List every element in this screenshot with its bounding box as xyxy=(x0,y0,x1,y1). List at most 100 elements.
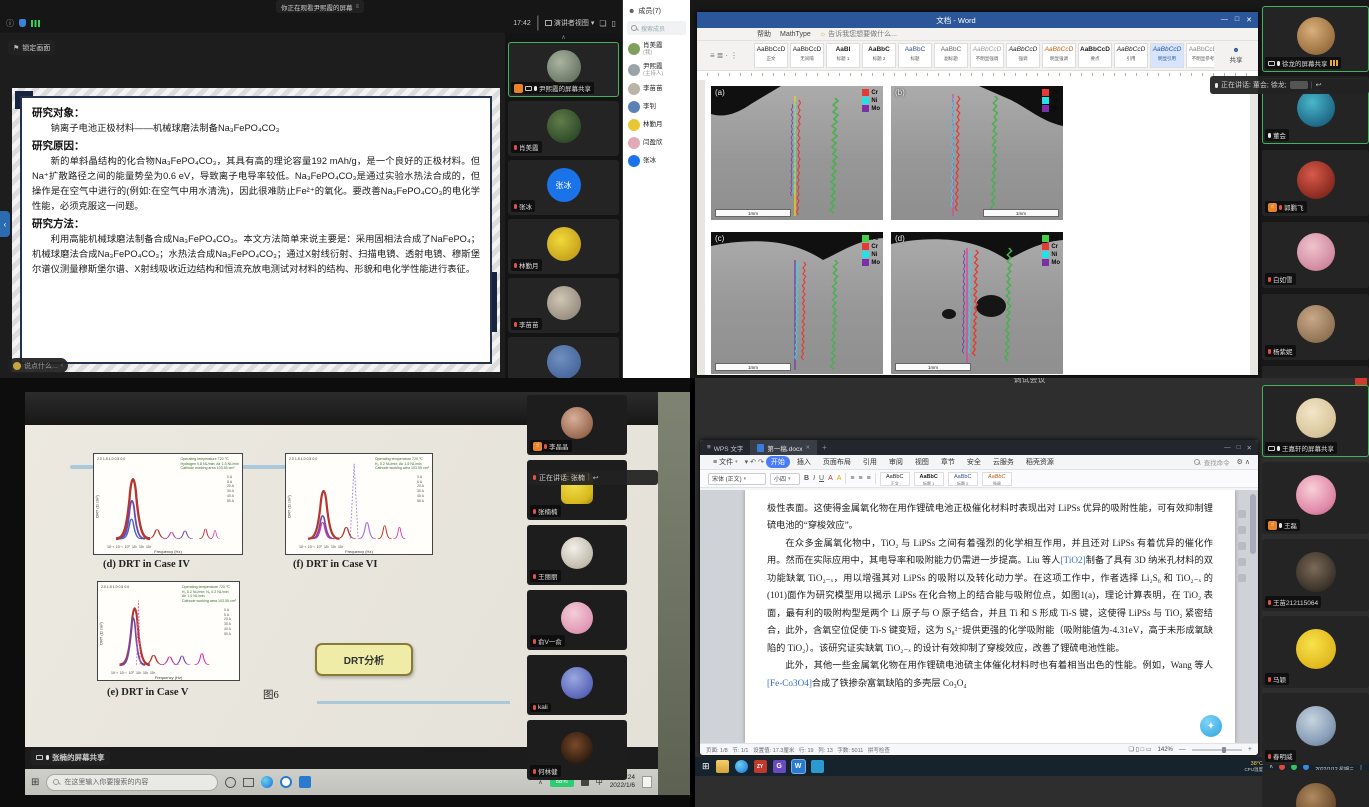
video-thumbnail-partial[interactable] xyxy=(1262,770,1369,807)
plot-legend: 0 A 5 A 20 A 30 A 40 A 50 A xyxy=(417,475,424,503)
member-search-input[interactable]: 搜索成员 xyxy=(627,21,686,35)
slide-divider-line-2 xyxy=(317,701,510,704)
video-strip: 徐龙的屏幕共享 董会 ☝郭鹏飞 白如雪 杨紫妮 xyxy=(1262,0,1369,378)
app-icon xyxy=(811,760,824,773)
info-icon[interactable]: ⓘ xyxy=(6,18,14,29)
video-thumbnail[interactable]: 王苗212115064 xyxy=(1262,539,1369,611)
font-name-select: 宋体 (正文)▾ xyxy=(708,473,766,485)
avatar xyxy=(628,119,640,131)
video-thumbnail-partial[interactable] xyxy=(1262,366,1369,378)
members-count-label: 成员(7) xyxy=(638,6,661,16)
figure-legend: Cr Ni Mo xyxy=(862,89,880,112)
save-icon: ▾ xyxy=(745,458,749,466)
ribbon-tab-layout: 页面布局 xyxy=(818,456,856,468)
video-thumbnail[interactable]: 林勤月 xyxy=(508,219,619,274)
video-thumbnail[interactable]: ☝郭鹏飞 xyxy=(1262,150,1369,216)
zoom-slider xyxy=(1192,749,1242,751)
start-button: ⊞ xyxy=(702,761,710,772)
participant-name-tag: 王嘉轩的屏幕共享 xyxy=(1265,442,1337,454)
pin-view-button[interactable]: ⚑ 锁定画面 xyxy=(8,40,55,55)
photo-background xyxy=(658,392,690,795)
sem-figure-b: (b) Cr Ni Mo 1mm xyxy=(891,86,1063,220)
mic-icon xyxy=(1215,83,1218,88)
member-row[interactable]: 尹熙霞(主持人) xyxy=(623,60,690,81)
sidebar-toggle-button[interactable]: ▯ xyxy=(612,19,616,28)
sem-figure-c: (c) Fe Cr Ni Mo 1mm xyxy=(711,232,883,374)
chat-placeholder: 说点什么... xyxy=(24,361,58,371)
style-chip: AaBbC标题 xyxy=(898,43,932,68)
video-thumbnail-screen-share[interactable]: 尹熙霞的屏幕共享 xyxy=(508,42,619,97)
reply-icon[interactable]: ↩ xyxy=(1316,81,1322,89)
member-row[interactable]: 闫盈欣 xyxy=(623,134,690,152)
maximize-button: □ xyxy=(1235,16,1239,24)
video-thumbnail[interactable]: 杨紫妮 xyxy=(1262,294,1369,360)
video-thumbnail[interactable]: ☝王磊 xyxy=(1262,462,1369,534)
slide-heading-1: 研究对象： xyxy=(32,105,480,120)
member-row[interactable]: 李钊 xyxy=(623,98,690,116)
align-left-icon: ≡ xyxy=(850,475,854,482)
participant-name-tag: 董会 xyxy=(1265,129,1289,141)
wps-doc-area: 极性表面。这使得金属氧化物在用作锂硫电池正极催化材料时表现出对 LiPSs 优异… xyxy=(700,490,1258,743)
video-thumbnail[interactable]: 肖美霞 xyxy=(508,101,619,156)
slide-paragraph-3: 利用高能机械球磨法制备合成Na₃FePO₄CO₃。本文方法简单来说主要是：采用固… xyxy=(32,232,480,277)
avatar xyxy=(1296,629,1336,669)
video-thumbnail[interactable]: ☝李晶晶 xyxy=(527,395,627,455)
underline-button: U xyxy=(819,475,824,482)
avatar xyxy=(547,227,581,261)
video-thumbnail[interactable]: 王丽丽 xyxy=(527,525,627,585)
fullscreen-button[interactable]: ❏ xyxy=(599,19,606,28)
wps-app-tab: ≡WPS 文字 xyxy=(700,440,750,455)
y-ticks: 2.0 1.5 1.0 0.5 0.0 xyxy=(97,457,125,540)
participant-name-tag: 林勤月 xyxy=(511,259,542,271)
member-row[interactable]: 李苗苗 xyxy=(623,80,690,98)
wps-menu-row: ≡文件▾ ▾ ↶ ↷ 开始 插入 页面布局 引用 审阅 视图 章节 安全 云服务… xyxy=(700,455,1258,470)
meeting-panel-bottom-left: 2.0 1.5 1.0 0.5 0.0 10⁻² 10⁻¹ 10⁰ 10¹ 10… xyxy=(0,378,690,807)
clock-app-icon xyxy=(280,776,292,788)
chat-input[interactable]: 说点什么... ‹ xyxy=(8,358,68,373)
video-thumbnail[interactable]: 何林健 xyxy=(527,720,627,780)
participant-name-tag: 何林健 xyxy=(530,765,561,777)
avatar xyxy=(561,667,593,699)
video-thumbnail[interactable]: 俞V一俞 xyxy=(527,590,627,650)
align-center-icon: ≡ xyxy=(859,475,863,482)
member-row[interactable]: 林勤月 xyxy=(623,116,690,134)
view-mode-menu[interactable]: 演讲者视图 ▾ xyxy=(545,18,595,28)
video-thumbnail[interactable]: 李苗苗 xyxy=(508,278,619,333)
video-thumbnail-partial[interactable] xyxy=(508,337,619,378)
strip-scroll-up[interactable]: ∧ xyxy=(508,34,619,42)
video-thumbnail-screen-share[interactable]: 王嘉轩的屏幕共享 xyxy=(1262,385,1369,457)
find-command-box: 查找命令 xyxy=(1194,457,1230,467)
video-thumbnail[interactable]: 春明威 xyxy=(1262,693,1369,765)
collapse-strip-button[interactable]: ‹ xyxy=(0,211,10,237)
mic-off-icon xyxy=(514,204,517,209)
slide-heading-2: 研究原因： xyxy=(32,138,480,153)
style-chip: AaBbC标题 2 xyxy=(862,43,896,68)
ribbon-tab-cloud: 云服务 xyxy=(988,456,1019,468)
video-thumbnail[interactable]: 张冰 张冰 xyxy=(508,160,619,215)
speaking-toast-label: 正在讲话: 董会; 徐龙; xyxy=(1221,80,1287,90)
font-color-button: A xyxy=(828,475,833,482)
new-tab-button: + xyxy=(817,443,832,452)
drt-plot-case-vi: 2.0 1.5 1.0 0.5 0.0 10⁻² 10⁻¹ 10⁰ 10¹ 10… xyxy=(285,453,433,555)
align-right-icon: ≡ xyxy=(867,475,871,482)
reply-icon[interactable]: ↩ xyxy=(593,474,599,482)
video-thumbnail[interactable]: 白如雪 xyxy=(1262,222,1369,288)
video-thumbnail[interactable]: 马颖 xyxy=(1262,616,1369,688)
taskbar-search: 在这里输入你要搜索的内容 xyxy=(46,774,218,791)
member-row[interactable]: 肖美霞(我) xyxy=(623,39,690,60)
mic-off-icon xyxy=(533,509,536,514)
wps-page: 极性表面。这使得金属氧化物在用作锂硫电池正极催化材料时表现出对 LiPSs 优异… xyxy=(745,490,1235,743)
member-row[interactable]: 张冰 xyxy=(623,152,690,170)
style-chip: AaBbCcD引用 xyxy=(1114,43,1148,68)
plot-caption: (e) DRT in Case V xyxy=(107,687,189,698)
speaking-toast: 正在讲话: 张楠 | ↩ xyxy=(528,470,658,485)
watching-screen-toast: 你正在观看尹熙霞的屏幕 ≡ xyxy=(276,0,364,13)
video-thumbnail[interactable]: 张楠楠 xyxy=(527,460,627,520)
participant-name-tag: 张楠楠 xyxy=(530,505,561,517)
toast-collapse-icon[interactable]: ≡ xyxy=(356,4,360,10)
mic-off-icon xyxy=(514,145,517,150)
style-chip: AaBbCcD明显强调 xyxy=(1042,43,1076,68)
video-thumbnail[interactable]: kali xyxy=(527,655,627,715)
video-thumbnail-screen-share[interactable]: 徐龙的屏幕共享 xyxy=(1262,6,1369,72)
style-chip: AaBbC强调 xyxy=(982,472,1012,486)
